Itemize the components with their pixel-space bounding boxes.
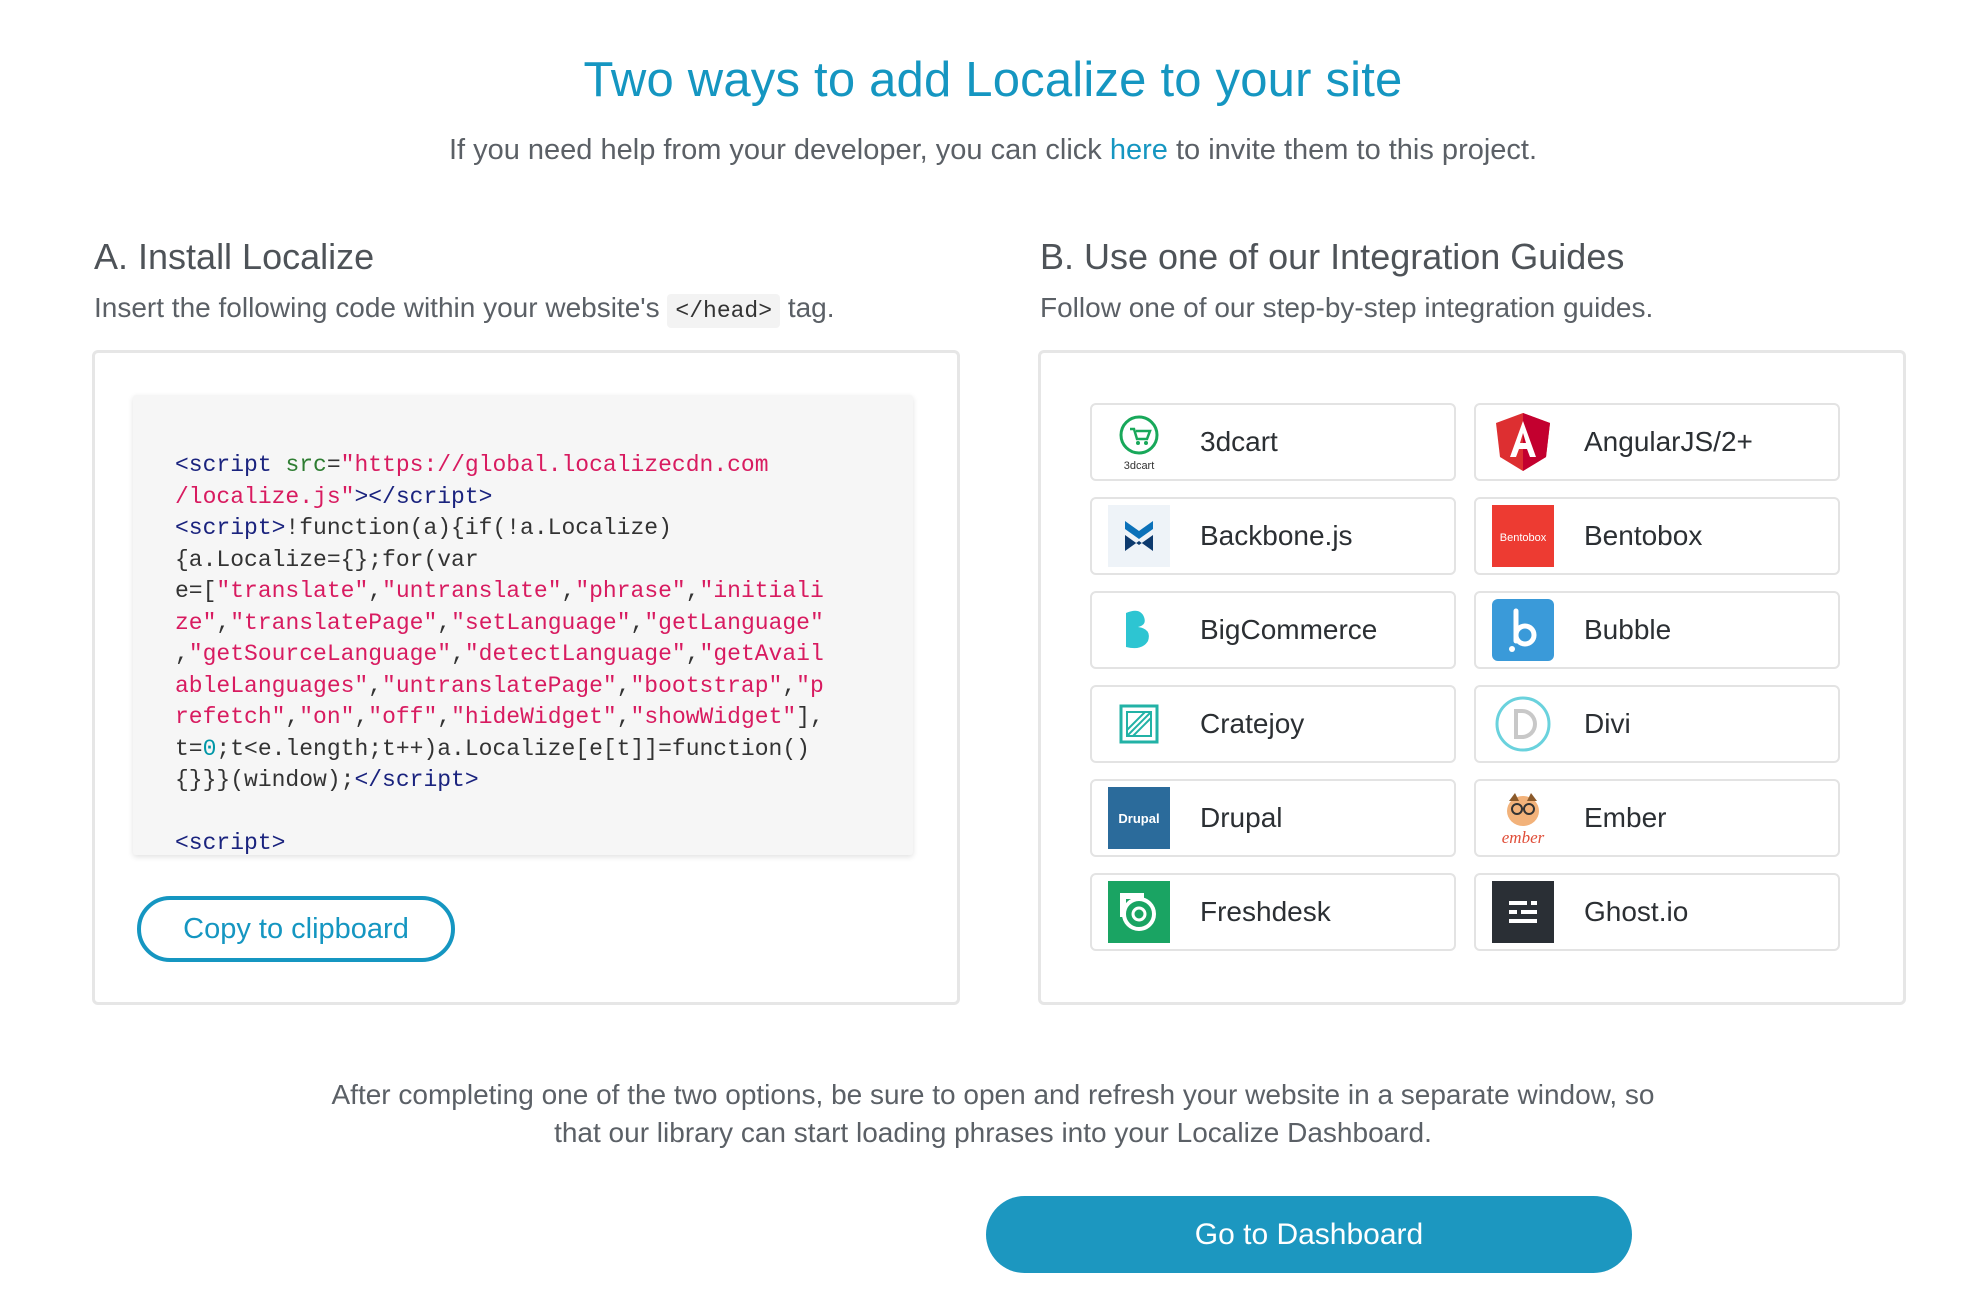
guide-ember[interactable]: ember Ember — [1474, 779, 1840, 857]
subtitle-text-end: to invite them to this project. — [1167, 134, 1538, 166]
guide-label: Ghost.io — [1584, 896, 1689, 927]
page-title: Two ways to add Localize to your site — [583, 53, 1403, 107]
install-section-title: A. Install Localize — [94, 236, 375, 277]
guide-label: Bentobox — [1584, 520, 1703, 551]
guide-label: Backbone.js — [1200, 520, 1353, 551]
bubble-logo-icon — [1492, 599, 1554, 661]
guide-angularjs[interactable]: AngularJS/2+ — [1474, 403, 1840, 481]
bentobox-logo-icon: Bentobox — [1492, 505, 1554, 567]
integration-panel: 3dcart 3dcart AngularJS/2+ Backbone.js B… — [1038, 350, 1906, 1005]
guide-backbone[interactable]: Backbone.js — [1090, 497, 1456, 575]
install-panel: <script src="https://global.localizecdn.… — [92, 350, 960, 1005]
ghost-logo-icon — [1492, 881, 1554, 943]
guide-3dcart[interactable]: 3dcart 3dcart — [1090, 403, 1456, 481]
angular-logo-icon — [1492, 411, 1554, 473]
bigcommerce-logo-icon — [1108, 599, 1170, 661]
guide-freshdesk[interactable]: Freshdesk — [1090, 873, 1456, 951]
install-desc-text-end: tag. — [780, 292, 835, 323]
integration-section-desc: Follow one of our step-by-step integrati… — [1040, 292, 1654, 323]
svg-text:3dcart: 3dcart — [1124, 460, 1155, 472]
code-snippet: <script src="https://global.localizecdn.… — [175, 452, 824, 855]
svg-text:ember: ember — [1502, 828, 1545, 847]
footer-line-1: After completing one of the two options,… — [331, 1079, 1655, 1110]
guide-bigcommerce[interactable]: BigCommerce — [1090, 591, 1456, 669]
copy-to-clipboard-button[interactable]: Copy to clipboard — [137, 896, 455, 962]
freshdesk-logo-icon — [1108, 881, 1170, 943]
guide-bentobox[interactable]: Bentobox Bentobox — [1474, 497, 1840, 575]
guide-label: BigCommerce — [1200, 614, 1378, 645]
divi-logo-icon — [1492, 693, 1554, 755]
install-desc-text: Insert the following code within your we… — [94, 292, 668, 323]
guide-drupal[interactable]: Drupal Drupal — [1090, 779, 1456, 857]
footer-instructions: After completing one of the two options,… — [0, 1076, 1986, 1152]
install-section-desc: Insert the following code within your we… — [94, 292, 835, 328]
guide-divi[interactable]: Divi — [1474, 685, 1840, 763]
integration-section-title: B. Use one of our Integration Guides — [1040, 236, 1625, 277]
3dcart-logo-icon: 3dcart — [1108, 411, 1170, 473]
guide-cratejoy[interactable]: Cratejoy — [1090, 685, 1456, 763]
head-tag-code: </head> — [667, 294, 781, 328]
svg-text:Drupal: Drupal — [1118, 811, 1159, 826]
guide-label: Drupal — [1200, 802, 1283, 833]
guide-bubble[interactable]: Bubble — [1474, 591, 1840, 669]
guide-label: Bubble — [1584, 614, 1672, 645]
page-subtitle: If you need help from your developer, yo… — [0, 134, 1986, 167]
guide-label: Divi — [1584, 708, 1631, 739]
backbone-logo-icon — [1108, 505, 1170, 567]
drupal-logo-icon: Drupal — [1108, 787, 1170, 849]
guide-label: AngularJS/2+ — [1584, 426, 1753, 457]
guide-label: 3dcart — [1200, 426, 1278, 457]
guide-label: Freshdesk — [1200, 896, 1331, 927]
subtitle-text: If you need help from your developer, yo… — [448, 134, 1110, 166]
ember-logo-icon: ember — [1492, 787, 1554, 849]
svg-text:Bentobox: Bentobox — [1500, 532, 1547, 544]
invite-developer-link[interactable]: here — [1110, 134, 1168, 166]
guide-label: Ember — [1584, 802, 1667, 833]
guide-ghost[interactable]: Ghost.io — [1474, 873, 1840, 951]
footer-line-2: that our library can start loading phras… — [554, 1117, 1432, 1148]
guide-label: Cratejoy — [1200, 708, 1305, 739]
cratejoy-logo-icon — [1108, 693, 1170, 755]
go-to-dashboard-button[interactable]: Go to Dashboard — [986, 1196, 1632, 1273]
code-snippet-box[interactable]: <script src="https://global.localizecdn.… — [133, 395, 913, 855]
